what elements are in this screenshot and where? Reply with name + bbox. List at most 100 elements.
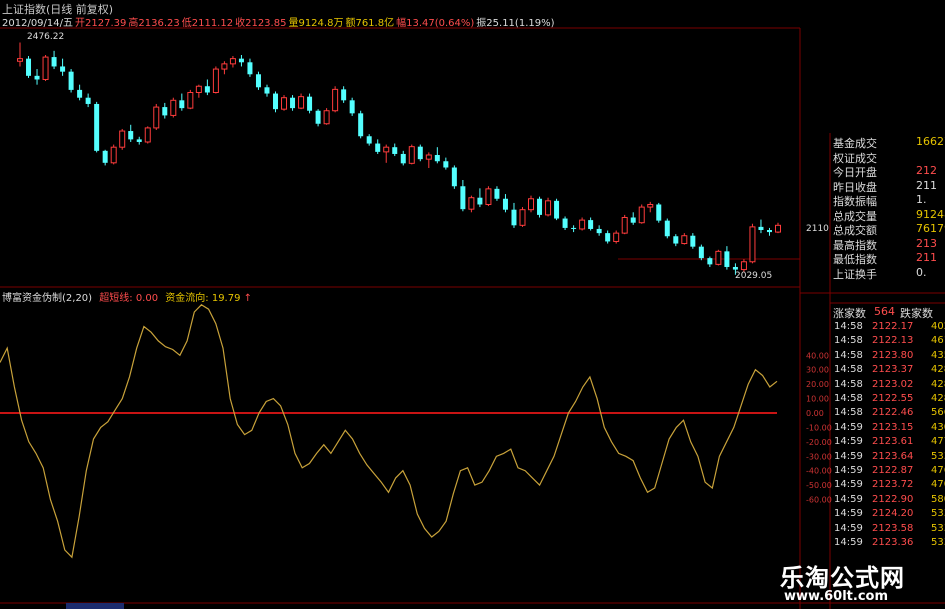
candle-body <box>502 198 508 210</box>
high-marker: 2476.22 <box>27 32 64 42</box>
tick-price: 2123.72 <box>872 479 914 491</box>
candle-body <box>212 68 219 93</box>
candle-body <box>273 93 279 110</box>
candle-body <box>136 139 142 142</box>
candle-body <box>468 197 475 210</box>
candle-body <box>315 110 321 124</box>
candle-body <box>707 258 713 265</box>
tick-time: 14:59 <box>834 436 863 448</box>
candle-body <box>664 220 670 237</box>
tick-row: 14:59 2122.87 476 <box>830 465 945 479</box>
candle-body <box>443 161 449 168</box>
tick-time: 14:59 <box>834 479 863 491</box>
candle-body <box>290 97 296 109</box>
tick-vol: 477 <box>931 436 945 448</box>
tick-row: 14:58 2123.37 428 <box>830 364 945 378</box>
indicator-line1-label: 超短线: 0.00 <box>99 293 159 304</box>
candle-body <box>349 100 355 114</box>
bar-change: 幅13.47(0.64%) <box>396 18 475 29</box>
candle-body <box>545 200 552 216</box>
tick-row: 14:58 2122.13 461 <box>830 335 945 349</box>
candle-body <box>332 88 339 112</box>
candle-body <box>740 261 747 271</box>
candle-body <box>724 251 730 267</box>
candle-body <box>323 110 330 125</box>
tick-vol: 402 <box>931 321 945 332</box>
candle-body <box>766 230 772 233</box>
quote-row: 总成交额761794 <box>830 222 945 237</box>
indicator-axis-tick: -20.00 <box>806 438 832 447</box>
bar-volume: 量9124.8万 <box>288 18 344 29</box>
candle-body <box>366 136 372 144</box>
tick-time: 14:58 <box>834 364 863 376</box>
tick-vol: 435 <box>931 349 945 361</box>
tick-time: 14:59 <box>834 493 863 505</box>
indicator-title: 博富资金伪制(2,20) 超短线: 0.00 资金流向: 19.79 ↑ <box>2 289 252 304</box>
candle-body <box>51 57 57 67</box>
candle-body <box>77 89 83 98</box>
candle-body <box>341 89 347 101</box>
tick-row: 14:58 2122.17 402 <box>830 321 945 335</box>
candle-body <box>638 206 645 224</box>
candle-body <box>238 58 244 63</box>
tick-vol: 461 <box>931 335 945 347</box>
bar-open: 开2127.39 <box>75 18 127 29</box>
candle-body <box>102 150 108 163</box>
quote-row-value: 0. <box>916 265 927 279</box>
candle-body <box>656 204 662 221</box>
candle-body <box>571 227 577 229</box>
candle-body <box>375 143 381 152</box>
candle-body <box>673 236 679 244</box>
indicator-line <box>0 304 778 559</box>
indicator-name[interactable]: 博富资金伪制(2,20) <box>2 293 92 304</box>
candle-body <box>647 203 654 208</box>
tick-price: 2122.87 <box>872 465 914 476</box>
tick-time: 14:58 <box>834 393 863 404</box>
candle-body <box>537 198 543 215</box>
candle-body <box>485 188 492 205</box>
quote-row-value: 1. <box>916 193 927 206</box>
tick-vol: 533 <box>931 508 945 520</box>
tick-vol: 470 <box>931 479 945 491</box>
watermark-url: www.60lt.com <box>784 589 889 604</box>
candle-body <box>579 219 586 230</box>
indicator-layer <box>0 304 778 559</box>
tick-price: 2123.15 <box>872 421 914 433</box>
candle-body <box>613 232 620 242</box>
tick-price: 2123.80 <box>872 349 914 361</box>
candle-body <box>383 146 390 153</box>
bar-amplitude: 振25.11(1.19%) <box>476 18 555 29</box>
candle-body <box>60 66 66 72</box>
bar-close: 收2123.85 <box>235 18 287 29</box>
ohlc-bar: 2012/09/14/五 开2127.39 高2136.23 低2111.12 收212… <box>2 14 557 29</box>
tick-vol: 428 <box>931 393 945 404</box>
chart-canvas[interactable]: 40.00 30.00 20.00 10.00 0.00 -10.00 -20.00 -30.… <box>0 0 945 609</box>
candle-body <box>68 71 74 90</box>
candle-body <box>264 87 270 94</box>
tick-vol: 533 <box>931 537 945 548</box>
candle-body <box>460 186 466 210</box>
candle-body <box>247 62 253 75</box>
quote-row-value: 211 <box>916 251 937 264</box>
tick-price: 2122.17 <box>872 321 914 332</box>
tick-time: 14:59 <box>834 465 863 476</box>
tick-time: 14:59 <box>834 537 863 548</box>
candle-body <box>417 146 423 160</box>
candle-body <box>596 228 602 234</box>
candle-body <box>187 92 194 109</box>
indicator-axis-tick: -40.00 <box>806 467 832 476</box>
candle-body <box>528 198 535 211</box>
tick-price: 2122.46 <box>872 407 914 419</box>
tick-row: 14:59 2124.20 533 <box>830 508 945 522</box>
tick-price: 2123.36 <box>872 537 914 548</box>
indicator-axis: 40.00 30.00 20.00 10.00 0.00 -10.00 -20.00 -30.… <box>806 351 832 504</box>
tick-vol: 566 <box>931 407 945 419</box>
quote-row: 今日开盘 212 <box>830 164 945 179</box>
quote-row: 最低指数 211 <box>830 251 945 266</box>
tick-row: 14:59 2123.64 533 <box>830 451 945 465</box>
quote-row-label: 上证换手 <box>833 267 877 281</box>
candle-body <box>392 147 398 154</box>
candle-body <box>34 75 40 80</box>
candle-body <box>519 209 526 226</box>
tick-time: 14:59 <box>834 450 863 462</box>
